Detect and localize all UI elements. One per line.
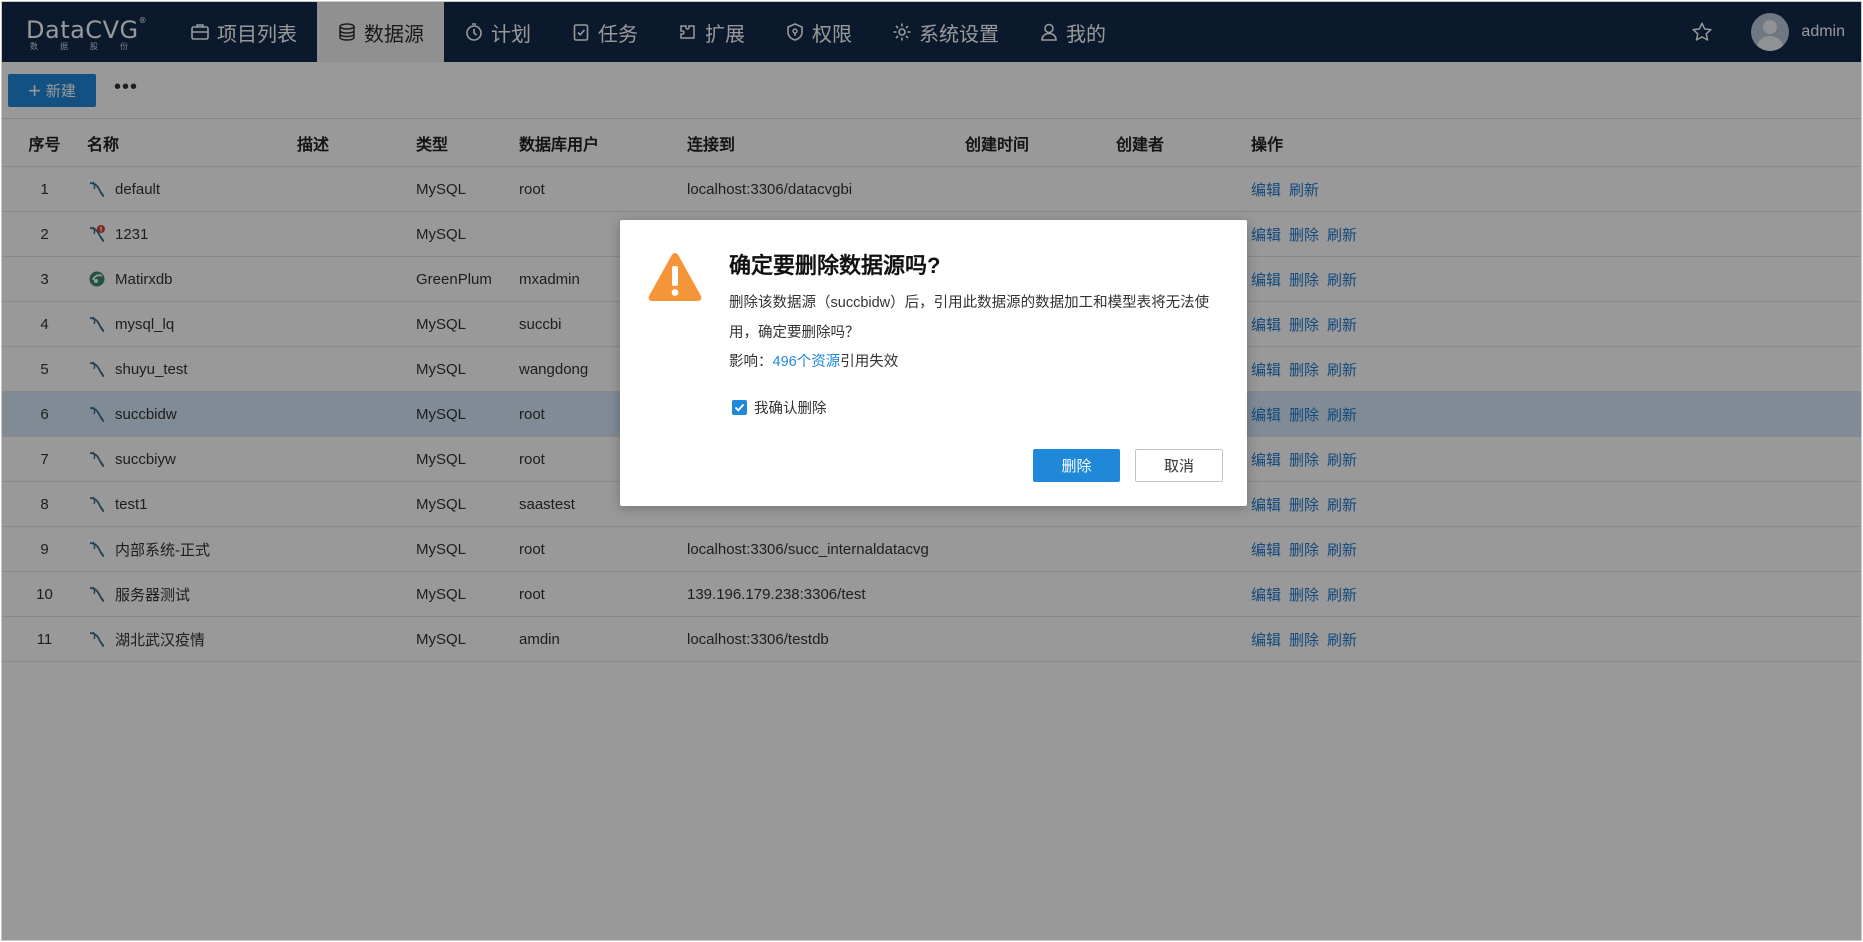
delete-confirm-dialog: 确定要删除数据源吗? 删除该数据源（succbidw）后，引用此数据源的数据加工… <box>620 220 1247 506</box>
impact-suffix: 引用失效 <box>840 354 899 370</box>
dialog-message: 删除该数据源（succbidw）后，引用此数据源的数据加工和模型表将无法使用，确… <box>729 295 1210 341</box>
confirm-delete-label: 我确认删除 <box>754 401 827 417</box>
app-window: DataCVG® 数据股份 项目列表 数据源 计划 任务 扩展 权限 系统设置 我的 admi… <box>1 1 1862 941</box>
warning-icon <box>648 253 702 301</box>
dialog-impact: 影响：496个资源引用失效 <box>729 350 898 371</box>
impact-prefix: 影响： <box>729 354 773 370</box>
cancel-button[interactable]: 取消 <box>1135 449 1223 482</box>
checkbox-checked-icon[interactable] <box>732 400 747 415</box>
confirm-delete-checkbox[interactable]: 我确认删除 <box>732 397 827 418</box>
impact-resources-link[interactable]: 496个资源 <box>773 354 841 370</box>
dialog-title: 确定要删除数据源吗? <box>729 253 941 278</box>
delete-button[interactable]: 删除 <box>1033 449 1120 482</box>
